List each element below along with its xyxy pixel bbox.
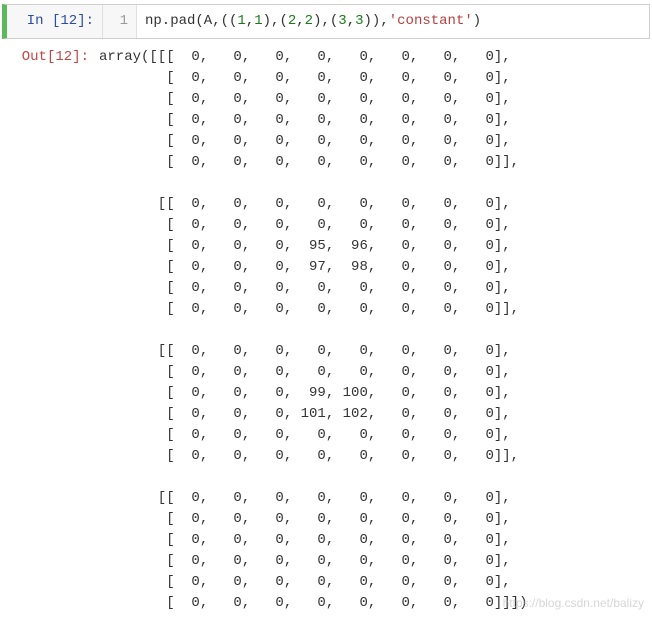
comma: ,	[347, 13, 355, 29]
watermark: https://blog.csdn.net/balizy	[503, 594, 644, 612]
code-part: )	[473, 13, 481, 29]
input-row: In [12]: 1 np.pad(A,((1,1),(2,2),(3,3)),…	[7, 5, 649, 38]
num-literal: 3	[355, 13, 363, 29]
comma: ,	[246, 13, 254, 29]
string-literal: 'constant'	[389, 13, 473, 29]
num-literal: 1	[254, 13, 262, 29]
input-cell: In [12]: 1 np.pad(A,((1,1),(2,2),(3,3)),…	[2, 4, 650, 39]
line-gutter: 1	[103, 5, 137, 38]
in-label: In	[27, 13, 52, 29]
comma: ,	[296, 13, 304, 29]
line-number: 1	[120, 13, 128, 29]
output-row: Out[12]: array([[[ 0, 0, 0, 0, 0, 0, 0, …	[2, 47, 650, 614]
out-label: Out	[22, 49, 47, 65]
code-area[interactable]: 1 np.pad(A,((1,1),(2,2),(3,3)),'constant…	[102, 5, 649, 38]
output-body: array([[[ 0, 0, 0, 0, 0, 0, 0, 0], [ 0, …	[97, 47, 650, 614]
code-line[interactable]: np.pad(A,((1,1),(2,2),(3,3)),'constant')	[137, 5, 489, 38]
code-part: ),(	[313, 13, 338, 29]
out-count: 12	[55, 49, 72, 65]
num-literal: 1	[237, 13, 245, 29]
num-literal: 2	[305, 13, 313, 29]
code-part: np.pad(A,((	[145, 13, 237, 29]
code-part: )),	[364, 13, 389, 29]
in-count: 12	[60, 13, 77, 29]
input-prompt: In [12]:	[7, 5, 102, 38]
num-literal: 3	[338, 13, 346, 29]
num-literal: 2	[288, 13, 296, 29]
code-part: ),(	[263, 13, 288, 29]
output-prompt: Out[12]:	[2, 47, 97, 68]
